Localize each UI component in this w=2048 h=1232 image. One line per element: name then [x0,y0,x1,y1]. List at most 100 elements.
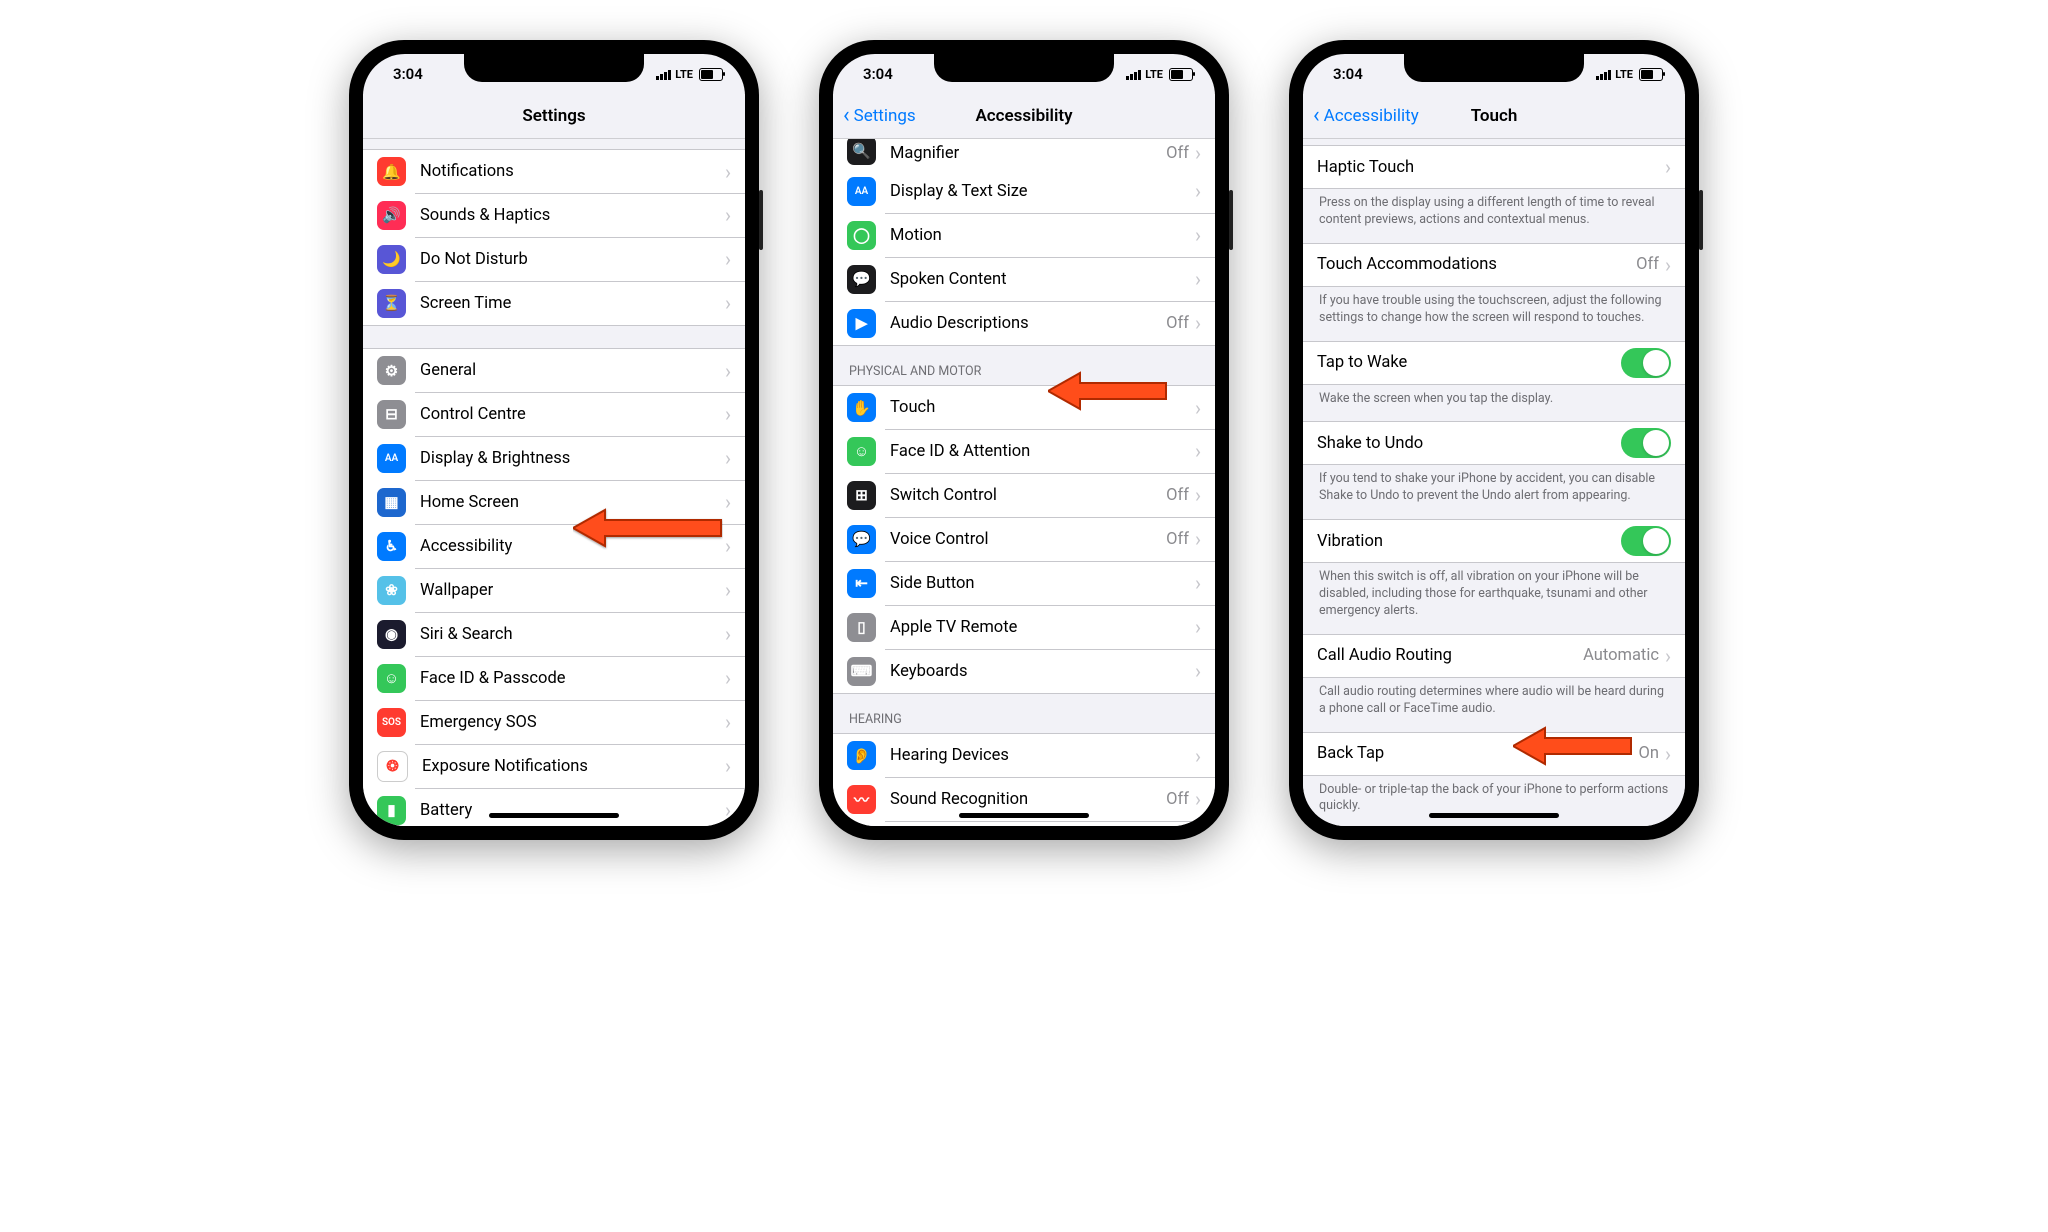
row-icon: ▮ [377,796,406,825]
settings-row-spoken-content[interactable]: 💬Spoken Content› [833,257,1215,301]
chevron-right-icon: › [725,205,731,225]
settings-row-wallpaper[interactable]: ❀Wallpaper› [363,568,745,612]
settings-row-siri-search[interactable]: ◉Siri & Search› [363,612,745,656]
row-icon: 💬 [847,525,876,554]
settings-row-touch-accommodations[interactable]: Touch AccommodationsOff› [1303,243,1685,287]
settings-row-do-not-disturb[interactable]: 🌙Do Not Disturb› [363,237,745,281]
content[interactable]: 🔍MagnifierOff›AADisplay & Text Size›◯Mot… [833,139,1215,826]
settings-row-exposure-notifications[interactable]: ❂Exposure Notifications› [363,744,745,788]
settings-row-hearing-devices[interactable]: 👂Hearing Devices› [833,733,1215,777]
toggle[interactable] [1621,526,1671,556]
chevron-right-icon: › [1195,573,1201,593]
row-label: Wallpaper [420,581,725,600]
settings-row-keyboards[interactable]: ⌨︎ Keyboards› [833,649,1215,693]
row-label: Accessibility [420,537,725,556]
back-button[interactable]: ‹ Settings [843,94,916,138]
content[interactable]: 🔔Notifications›🔊Sounds & Haptics›🌙Do Not… [363,139,745,826]
chevron-left-icon: ‹ [843,105,850,127]
chevron-right-icon: › [1195,313,1201,333]
chevron-right-icon: › [725,404,731,424]
status-right: LTE [1596,68,1663,81]
notch [1404,54,1584,82]
settings-row-audio-visual[interactable]: 🔊Audio/Visual› [833,821,1215,826]
row-icon: ⇤ [847,569,876,598]
settings-row-magnifier[interactable]: 🔍MagnifierOff› [833,139,1215,169]
row-label: Voice Control [890,530,1166,549]
chevron-right-icon: › [725,293,731,313]
settings-row-vibration[interactable]: Vibration [1303,519,1685,563]
home-indicator[interactable] [1429,813,1559,818]
back-button[interactable]: ‹ Accessibility [1313,94,1419,138]
settings-row-general[interactable]: ⚙︎ General› [363,348,745,392]
status-time: 3:04 [393,65,423,83]
settings-row-motion[interactable]: ◯Motion› [833,213,1215,257]
notch [934,54,1114,82]
row-label: General [420,361,725,380]
chevron-right-icon: › [1665,255,1671,275]
row-label: Keyboards [890,662,1195,681]
settings-row-notifications[interactable]: 🔔Notifications› [363,149,745,193]
row-label: Siri & Search [420,625,725,644]
settings-row-back-tap[interactable]: Back TapOn› [1303,732,1685,776]
home-indicator[interactable] [489,813,619,818]
chevron-right-icon: › [725,361,731,381]
settings-row-call-audio-routing[interactable]: Call Audio RoutingAutomatic› [1303,634,1685,678]
settings-row-apple-tv-remote[interactable]: ▯Apple TV Remote› [833,605,1215,649]
settings-row-haptic-touch[interactable]: Haptic Touch› [1303,145,1685,189]
row-label: Exposure Notifications [422,757,725,776]
settings-row-touch[interactable]: ✋Touch› [833,385,1215,429]
row-icon: ▦ [377,488,406,517]
row-icon: 〰 [847,785,876,814]
toggle[interactable] [1621,428,1671,458]
row-icon: ▶ [847,309,876,338]
row-icon: ⌨︎ [847,657,876,686]
settings-row-switch-control[interactable]: ⊞Switch ControlOff› [833,473,1215,517]
toggle[interactable] [1621,348,1671,378]
settings-row-face-id-passcode[interactable]: ☺︎Face ID & Passcode› [363,656,745,700]
settings-row-control-centre[interactable]: ⊟Control Centre› [363,392,745,436]
back-label: Accessibility [1324,106,1419,126]
settings-row-tap-to-wake[interactable]: Tap to Wake [1303,341,1685,385]
settings-row-side-button[interactable]: ⇤ Side Button› [833,561,1215,605]
settings-row-emergency-sos[interactable]: SOSEmergency SOS› [363,700,745,744]
page-title: Touch [1471,106,1518,126]
settings-row-screen-time[interactable]: ⏳Screen Time› [363,281,745,325]
row-icon: ⏳ [377,289,406,318]
status-time: 3:04 [1333,65,1363,83]
row-icon: ⚙︎ [377,356,406,385]
row-label: Side Button [890,574,1195,593]
content[interactable]: Haptic Touch›Press on the display using … [1303,139,1685,826]
carrier-label: LTE [1145,68,1163,81]
section-footer: Wake the screen when you tap the display… [1303,385,1685,422]
row-value: Off [1166,530,1189,549]
settings-row-home-screen[interactable]: ▦Home Screen› [363,480,745,524]
phone-touch: 3:04 LTE ‹ Accessibility Touch Haptic To… [1289,40,1699,840]
row-label: Touch [890,398,1195,417]
row-label: Face ID & Passcode [420,669,725,688]
row-icon: 🌙 [377,245,406,274]
settings-row-display-brightness[interactable]: AADisplay & Brightness› [363,436,745,480]
chevron-left-icon: ‹ [1313,105,1320,127]
row-icon: ✋ [847,393,876,422]
section-footer: If you have trouble using the touchscree… [1303,287,1685,341]
row-label: Home Screen [420,493,725,512]
section-footer: Press on the display using a different l… [1303,189,1685,243]
settings-row-audio-descriptions[interactable]: ▶Audio DescriptionsOff› [833,301,1215,345]
row-value: Automatic [1583,646,1659,665]
row-icon: 🔔 [377,157,406,186]
row-icon: ☺︎ [377,664,406,693]
settings-row-voice-control[interactable]: 💬Voice ControlOff› [833,517,1215,561]
settings-row-sounds-haptics[interactable]: 🔊Sounds & Haptics› [363,193,745,237]
row-value: Off [1166,486,1189,505]
row-label: Emergency SOS [420,713,725,732]
settings-row-battery[interactable]: ▮Battery› [363,788,745,826]
chevron-right-icon: › [725,162,731,182]
settings-row-display-text-size[interactable]: AADisplay & Text Size› [833,169,1215,213]
home-indicator[interactable] [959,813,1089,818]
chevron-right-icon: › [1195,661,1201,681]
settings-row-shake-to-undo[interactable]: Shake to Undo [1303,421,1685,465]
settings-row-face-id-attention[interactable]: ☺︎Face ID & Attention› [833,429,1215,473]
row-label: Display & Text Size [890,182,1195,201]
chevron-right-icon: › [725,580,731,600]
settings-row-accessibility[interactable]: ♿︎Accessibility› [363,524,745,568]
